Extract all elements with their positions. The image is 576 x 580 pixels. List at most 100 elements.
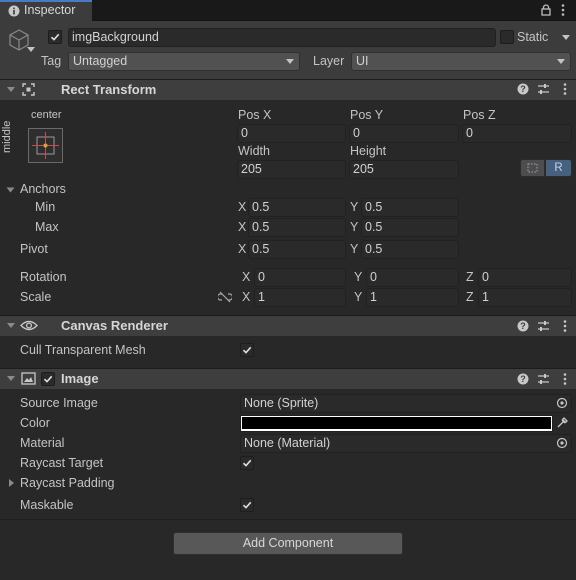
axis-y-label: Y	[354, 290, 363, 304]
static-dropdown-arrow[interactable]	[562, 35, 570, 40]
help-icon[interactable]: ?	[517, 320, 529, 332]
object-picker-icon[interactable]	[556, 437, 568, 449]
axis-x-label: X	[242, 270, 251, 284]
maskable-label: Maskable	[20, 498, 74, 512]
rect-transform-title: Rect Transform	[61, 82, 157, 97]
color-swatch[interactable]	[240, 415, 553, 432]
scale-y-field[interactable]: 1	[366, 288, 459, 307]
color-label: Color	[20, 416, 50, 430]
gameobject-name-input[interactable]: imgBackground	[68, 28, 496, 47]
anchor-min-y-field[interactable]: 0.5	[361, 198, 459, 217]
component-menu-icon[interactable]	[562, 82, 568, 96]
cull-transparent-mesh-checkbox[interactable]	[240, 343, 254, 357]
help-icon[interactable]: ?	[517, 373, 529, 385]
presets-icon[interactable]	[537, 320, 550, 332]
anchor-max-x-field[interactable]: 0.5	[248, 218, 346, 237]
svg-text:?: ?	[520, 374, 526, 384]
axis-y-label: Y	[350, 200, 359, 214]
pivot-y-field[interactable]: 0.5	[361, 240, 459, 259]
anchor-preset-icon[interactable]	[28, 128, 63, 163]
info-icon	[8, 5, 20, 17]
raycast-padding-label[interactable]: Raycast Padding	[20, 476, 115, 490]
collapse-arrow-icon[interactable]	[7, 87, 15, 92]
pos-z-header: Pos Z	[463, 108, 496, 122]
collapse-arrow-icon[interactable]	[7, 376, 15, 381]
add-component-button[interactable]: Add Component	[173, 532, 403, 555]
divider	[0, 519, 576, 520]
tag-label: Tag	[41, 54, 62, 68]
axis-x-label: X	[242, 290, 251, 304]
pivot-label: Pivot	[20, 242, 48, 256]
canvas-renderer-title: Canvas Renderer	[61, 318, 168, 333]
svg-text:?: ?	[520, 84, 526, 94]
anchor-min-x-field[interactable]: 0.5	[248, 198, 346, 217]
height-field[interactable]: 205	[349, 160, 459, 179]
presets-icon[interactable]	[537, 83, 550, 95]
help-icon[interactable]: ?	[517, 83, 529, 95]
eye-icon	[20, 320, 38, 331]
axis-z-label: Z	[466, 290, 474, 304]
anchors-foldout-arrow[interactable]	[6, 187, 15, 193]
rotation-z-field[interactable]: 0	[478, 268, 572, 287]
checkmark-icon	[242, 501, 252, 509]
material-label: Material	[20, 436, 65, 450]
checkmark-icon	[242, 459, 252, 467]
object-picker-icon[interactable]	[556, 397, 568, 409]
static-label: Static	[517, 30, 549, 44]
anchor-max-label: Max	[35, 220, 59, 234]
layer-label: Layer	[313, 54, 345, 68]
layer-dropdown[interactable]: UI	[351, 52, 571, 71]
image-component-icon	[21, 372, 36, 385]
raycast-target-checkbox[interactable]	[240, 456, 254, 470]
eyedropper-icon[interactable]	[556, 416, 569, 429]
source-image-field[interactable]: None (Sprite)	[240, 394, 572, 413]
cull-transparent-mesh-label: Cull Transparent Mesh	[20, 343, 146, 357]
height-header: Height	[350, 144, 387, 158]
rect-transform-icon	[22, 83, 35, 96]
width-field[interactable]: 205	[237, 160, 346, 179]
material-value: None (Material)	[244, 436, 331, 450]
pos-y-field[interactable]: 0	[349, 124, 459, 143]
tab-label: Inspector	[24, 3, 76, 17]
layer-value: UI	[356, 54, 369, 68]
tab-inspector[interactable]: Inspector	[0, 0, 92, 21]
anchor-max-y-field[interactable]: 0.5	[361, 218, 459, 237]
pos-z-field[interactable]: 0	[462, 124, 572, 143]
pos-x-field[interactable]: 0	[237, 124, 346, 143]
raw-edit-button[interactable]: R	[545, 159, 572, 177]
axis-y-label: Y	[350, 220, 359, 234]
static-checkbox[interactable]	[500, 30, 514, 44]
scale-label: Scale	[20, 290, 52, 304]
collapse-arrow-icon[interactable]	[7, 323, 15, 328]
icon-dropdown-arrow[interactable]	[27, 47, 35, 52]
scale-z-field[interactable]: 1	[478, 288, 572, 307]
axis-x-label: X	[238, 200, 247, 214]
rotation-label: Rotation	[20, 270, 67, 284]
active-checkbox[interactable]	[48, 30, 62, 44]
raycast-target-label: Raycast Target	[20, 456, 104, 470]
maskable-checkbox[interactable]	[240, 498, 254, 512]
unlinked-scale-icon[interactable]	[218, 291, 232, 303]
material-field[interactable]: None (Material)	[240, 434, 572, 453]
pos-y-header: Pos Y	[350, 108, 384, 122]
source-image-label: Source Image	[20, 396, 98, 410]
lock-icon[interactable]	[540, 4, 552, 16]
scale-x-field[interactable]: 1	[254, 288, 346, 307]
pivot-x-field[interactable]: 0.5	[248, 240, 346, 259]
tag-dropdown[interactable]: Untagged	[68, 52, 300, 71]
svg-text:?: ?	[520, 321, 526, 331]
rotation-x-field[interactable]: 0	[254, 268, 346, 287]
blueprint-mode-button[interactable]	[520, 159, 545, 177]
anchors-label: Anchors	[20, 182, 66, 196]
component-menu-icon[interactable]	[562, 372, 568, 386]
anchor-preset-side-label: middle	[1, 120, 13, 153]
raycast-padding-foldout-arrow[interactable]	[9, 479, 14, 487]
checkmark-icon	[242, 346, 252, 354]
more-options-icon[interactable]	[560, 3, 566, 17]
axis-y-label: Y	[350, 242, 359, 256]
image-enabled-checkbox[interactable]	[41, 372, 55, 386]
image-title: Image	[61, 371, 99, 386]
rotation-y-field[interactable]: 0	[366, 268, 459, 287]
component-menu-icon[interactable]	[562, 319, 568, 333]
presets-icon[interactable]	[537, 373, 550, 385]
